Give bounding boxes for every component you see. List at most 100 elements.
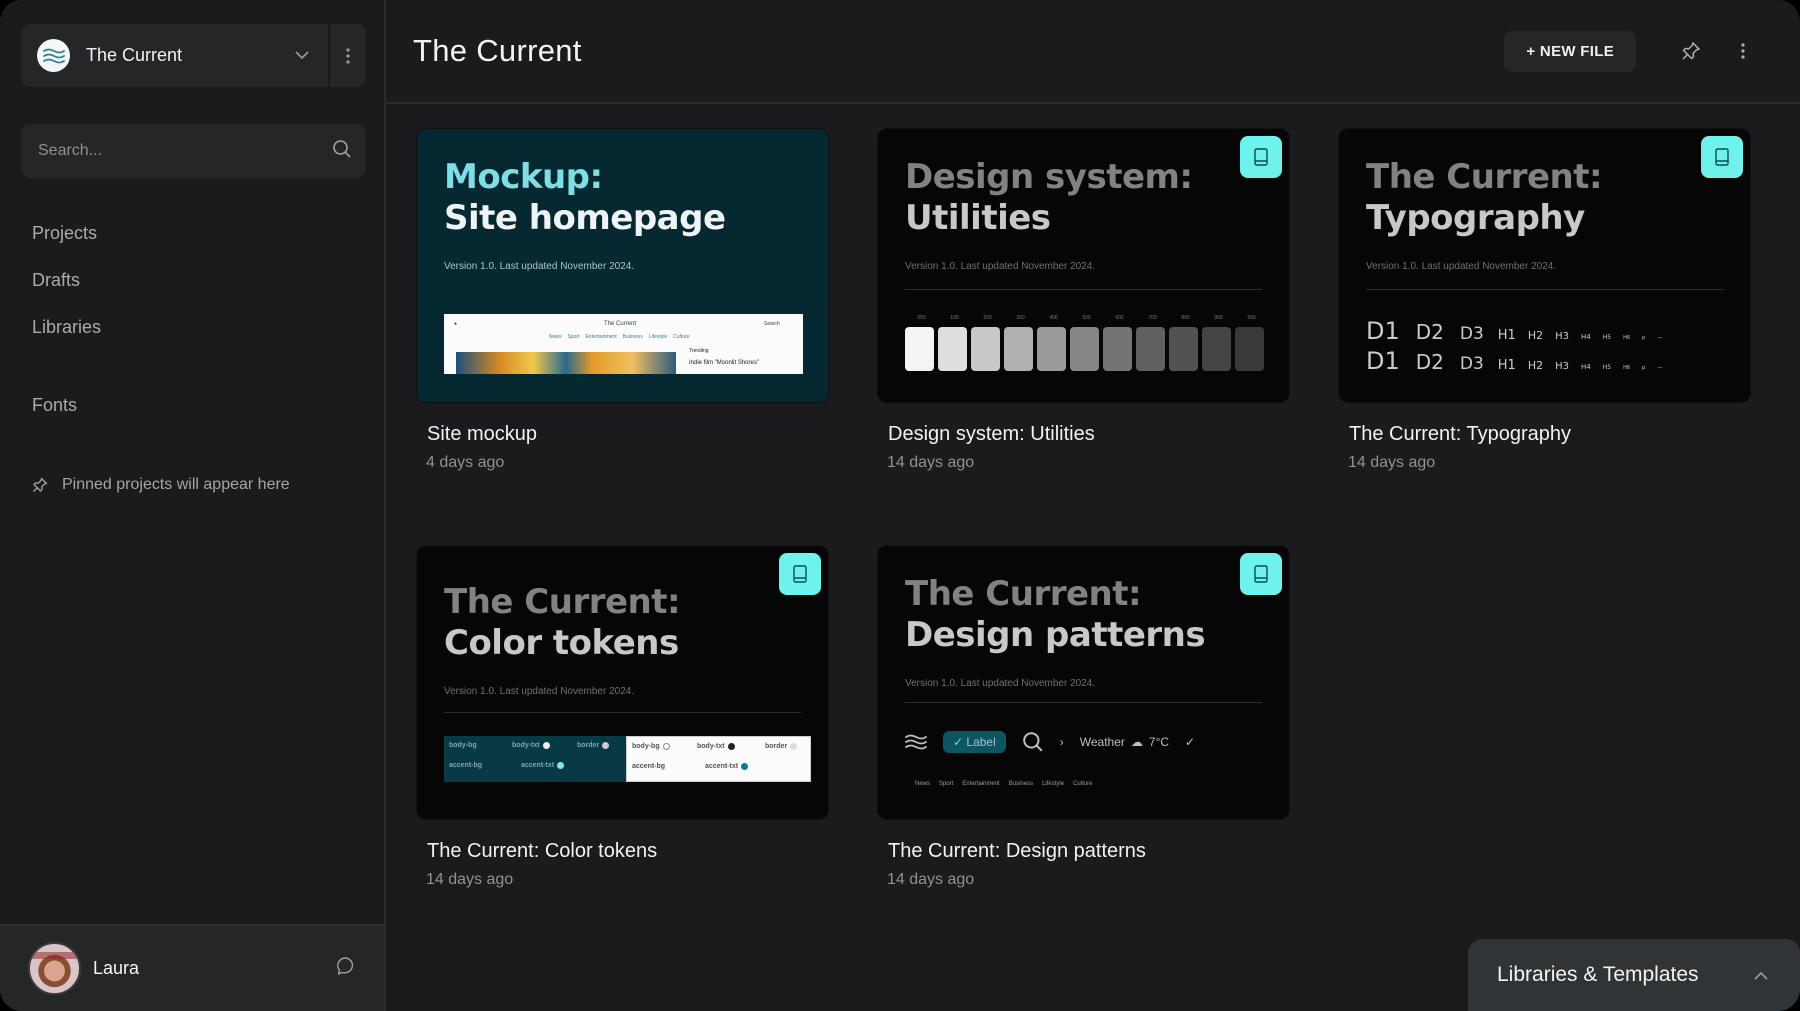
scale-label: 900 xyxy=(1214,315,1223,321)
file-updated: 14 days ago xyxy=(1348,454,1436,471)
file-thumbnail[interactable]: The Current: Design patterns Version 1.0… xyxy=(877,545,1290,820)
type-style-sample: H6 xyxy=(1623,365,1631,371)
type-style-sample: H4 xyxy=(1581,333,1591,341)
sidebar-item-projects[interactable]: Projects xyxy=(32,218,101,265)
scale-label: 800 xyxy=(1181,315,1190,321)
light-theme-tokens: body-bg body-txt border accent-bg accent… xyxy=(626,736,811,782)
type-style-sample: H1 xyxy=(1497,358,1516,373)
file-card[interactable]: Design system: Utilities Version 1.0. La… xyxy=(877,128,1290,472)
type-style-sample: H6 xyxy=(1623,335,1631,341)
search-input[interactable] xyxy=(38,142,332,160)
comment-icon[interactable] xyxy=(336,956,356,981)
scale-label: 200 xyxy=(983,315,992,321)
project-switcher-button[interactable]: The Current xyxy=(21,24,328,87)
color-swatch xyxy=(971,327,1000,371)
color-swatch xyxy=(1103,327,1132,371)
type-style-sample: H5 xyxy=(1602,334,1612,341)
check-icon: ✓ xyxy=(1185,735,1196,749)
file-card[interactable]: Mockup: Site homepage Version 1.0. Last … xyxy=(416,128,829,472)
new-file-button[interactable]: + NEW FILE xyxy=(1504,30,1636,72)
file-thumbnail[interactable]: The Current: Color tokens Version 1.0. L… xyxy=(416,545,829,820)
search-icon xyxy=(1022,732,1043,752)
file-card[interactable]: The Current: Color tokens Version 1.0. L… xyxy=(416,545,829,889)
preview-hero-image xyxy=(456,352,676,374)
color-swatch xyxy=(1136,327,1165,371)
sidebar-item-fonts[interactable]: Fonts xyxy=(32,390,101,437)
pin-project-button[interactable] xyxy=(1674,34,1708,68)
preview-nav: News Sport Entertainment Business Lifestyle C… xyxy=(549,334,690,340)
scale-label: 300 xyxy=(1016,315,1025,321)
shared-library-badge xyxy=(1240,136,1282,178)
file-title[interactable]: Design system: Utilities xyxy=(877,423,1290,446)
label-chip: ✓ Label xyxy=(943,731,1006,753)
type-style-sample: D2 xyxy=(1415,320,1444,344)
pin-icon xyxy=(1682,42,1700,60)
cloud-rain-icon: ☁ xyxy=(1130,735,1143,749)
type-style-sample: H4 xyxy=(1581,363,1591,371)
scale-label: 500 xyxy=(1082,315,1091,321)
color-swatch xyxy=(1004,327,1033,371)
preview-site-title: The Current xyxy=(604,321,637,327)
libraries-templates-panel[interactable]: Libraries & Templates xyxy=(1468,939,1800,1011)
file-card[interactable]: The Current: Design patterns Version 1.0… xyxy=(877,545,1290,889)
dark-theme-tokens: body-bg body-txt border accent-bg accent… xyxy=(444,736,626,782)
file-title[interactable]: The Current: Color tokens xyxy=(416,840,829,863)
thumbnail-heading: The Current: Typography xyxy=(1366,157,1603,238)
type-style-sample: H3 xyxy=(1555,331,1569,342)
book-icon xyxy=(1715,148,1729,166)
avatar[interactable] xyxy=(28,942,81,995)
type-style-sample: D2 xyxy=(1415,350,1444,374)
waves-icon xyxy=(37,39,70,72)
scale-label: 050 xyxy=(917,315,926,321)
type-style-sample: — xyxy=(1657,365,1663,371)
gray-scale-swatches xyxy=(905,327,1264,371)
sidebar-item-drafts[interactable]: Drafts xyxy=(32,265,101,312)
thumbnail-subtitle: Version 1.0. Last updated November 2024. xyxy=(905,678,1096,689)
file-thumbnail[interactable]: Design system: Utilities Version 1.0. La… xyxy=(877,128,1290,403)
file-title[interactable]: The Current: Typography xyxy=(1338,423,1751,446)
type-style-sample: H5 xyxy=(1602,364,1612,371)
search-box xyxy=(21,124,366,178)
thumbnail-subtitle: Version 1.0. Last updated November 2024. xyxy=(905,261,1096,272)
file-card[interactable]: The Current: Typography Version 1.0. Las… xyxy=(1338,128,1751,472)
type-style-sample: p xyxy=(1642,335,1646,341)
file-thumbnail[interactable]: Mockup: Site homepage Version 1.0. Last … xyxy=(416,128,829,403)
user-name: Laura xyxy=(93,958,140,978)
sidebar: The Current Projects Drafts Libraries Fo… xyxy=(0,0,386,1011)
more-options-button[interactable] xyxy=(1726,34,1760,68)
project-options-button[interactable] xyxy=(328,24,366,87)
chevron-up-icon xyxy=(1754,971,1768,980)
scale-label: 100 xyxy=(950,315,959,321)
type-style-sample: H2 xyxy=(1527,359,1544,372)
thumbnail-subtitle: Version 1.0. Last updated November 2024. xyxy=(444,686,635,697)
weather-label: Weather xyxy=(1079,735,1125,749)
thumbnail-heading: Mockup: Site homepage xyxy=(444,157,726,238)
color-token-preview: body-bg body-txt border accent-bg accent… xyxy=(444,736,811,782)
search-icon[interactable] xyxy=(332,139,352,164)
scale-label: 950 xyxy=(1247,315,1256,321)
app-window: The Current Projects Drafts Libraries Fo… xyxy=(0,0,1800,1011)
file-title[interactable]: Site mockup xyxy=(416,423,829,446)
type-style-sample: D3 xyxy=(1459,324,1484,344)
thumbnail-heading: Design system: Utilities xyxy=(905,157,1193,238)
file-thumbnail[interactable]: The Current: Typography Version 1.0. Las… xyxy=(1338,128,1751,403)
pin-icon xyxy=(33,477,48,492)
scale-label: 600 xyxy=(1115,315,1124,321)
color-swatch xyxy=(905,327,934,371)
pattern-nav-row: News Sport Entertainment Business Lifestyle C… xyxy=(915,781,1093,787)
sidebar-item-libraries[interactable]: Libraries xyxy=(32,312,101,359)
libraries-templates-label: Libraries & Templates xyxy=(1497,963,1699,986)
preview-search: Search xyxy=(764,321,780,327)
thumbnail-subtitle: Version 1.0. Last updated November 2024. xyxy=(1366,261,1557,272)
thumbnail-subtitle: Version 1.0. Last updated November 2024. xyxy=(444,261,635,272)
page-title: The Current xyxy=(413,33,582,68)
more-vertical-icon xyxy=(346,47,350,64)
file-title[interactable]: The Current: Design patterns xyxy=(877,840,1290,863)
file-updated: 14 days ago xyxy=(426,871,514,888)
book-icon xyxy=(1254,565,1268,583)
color-swatch xyxy=(1169,327,1198,371)
thumbnail-heading: The Current: Color tokens xyxy=(444,582,681,663)
type-style-sample: D1 xyxy=(1366,347,1400,375)
type-style-sample: H3 xyxy=(1555,361,1569,372)
header: The Current + NEW FILE xyxy=(386,0,1800,104)
